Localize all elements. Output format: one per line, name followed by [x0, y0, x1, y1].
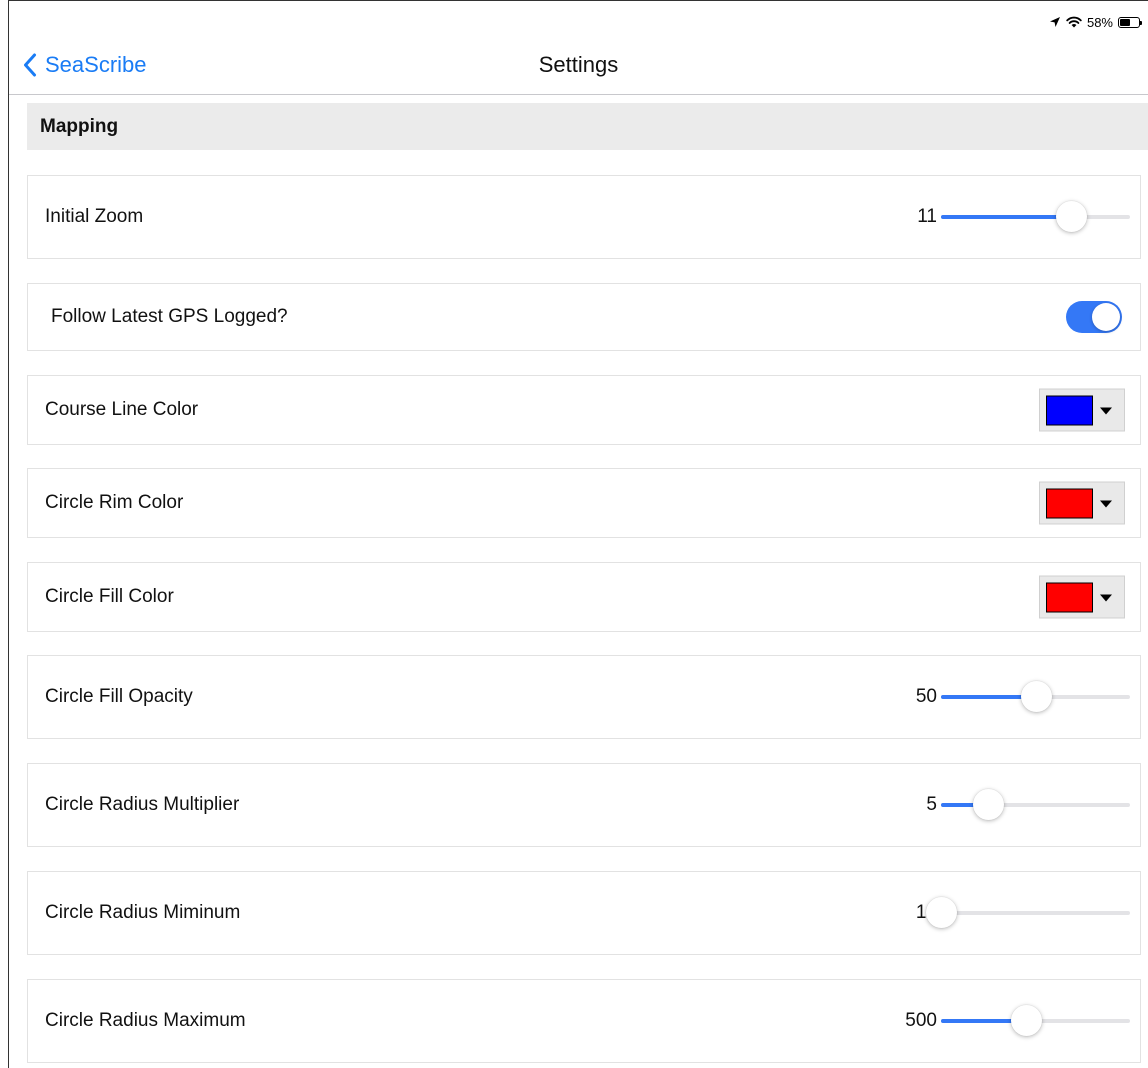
circle-fill-color-picker[interactable]: [1039, 575, 1125, 619]
caret-down-icon: [1100, 407, 1112, 415]
setting-row-circle-fill-color: Circle Fill Color: [27, 562, 1141, 632]
setting-label: Initial Zoom: [45, 206, 144, 227]
setting-label: Circle Fill Color: [45, 586, 174, 607]
setting-label: Circle Radius Maximum: [45, 1010, 246, 1031]
slider-value: 5: [926, 794, 937, 815]
slider-value: 50: [915, 686, 937, 707]
battery-icon: [1118, 16, 1142, 28]
location-arrow-icon: [1049, 17, 1060, 27]
status-bar: 58%: [1049, 13, 1142, 31]
battery-level: [1120, 18, 1131, 26]
wifi-icon: [1066, 16, 1082, 28]
section-header-mapping: Mapping: [27, 103, 1148, 150]
slider-thumb[interactable]: [1011, 1005, 1043, 1036]
setting-label: Circle Radius Miminum: [45, 902, 241, 923]
circle-radius-maximum-slider[interactable]: [941, 1005, 1130, 1036]
slider-value: 11: [917, 206, 937, 227]
course-line-color-picker[interactable]: [1039, 388, 1125, 432]
circle-rim-color-picker[interactable]: [1039, 481, 1125, 525]
setting-row-circle-radius-maximum: Circle Radius Maximum 500: [27, 979, 1141, 1063]
setting-row-initial-zoom: Initial Zoom 11: [27, 175, 1141, 259]
circle-radius-multiplier-slider[interactable]: [941, 789, 1130, 820]
circle-radius-minimum-slider[interactable]: [926, 897, 1130, 928]
setting-row-circle-rim-color: Circle Rim Color: [27, 468, 1141, 538]
follow-gps-toggle[interactable]: [1066, 301, 1122, 333]
slider-value: 500: [905, 1010, 937, 1031]
slider-fill: [941, 215, 1072, 219]
setting-label: Circle Fill Opacity: [45, 686, 193, 707]
color-swatch: [1046, 395, 1093, 426]
initial-zoom-slider[interactable]: [941, 201, 1130, 232]
setting-label: Follow Latest GPS Logged?: [51, 306, 288, 327]
color-swatch: [1046, 488, 1093, 519]
setting-label: Course Line Color: [45, 399, 199, 420]
battery-percent: 58%: [1086, 14, 1113, 30]
setting-row-course-line-color: Course Line Color: [27, 375, 1141, 445]
color-swatch: [1046, 582, 1093, 613]
setting-row-circle-radius-multiplier: Circle Radius Multiplier 5: [27, 763, 1141, 847]
slider-thumb[interactable]: [973, 789, 1005, 820]
slider-thumb[interactable]: [1056, 201, 1088, 232]
setting-label: Circle Radius Multiplier: [45, 794, 240, 815]
setting-label: Circle Rim Color: [45, 492, 184, 513]
setting-row-circle-fill-opacity: Circle Fill Opacity 50: [27, 655, 1141, 739]
section-title: Mapping: [40, 115, 119, 137]
toggle-knob: [1092, 303, 1120, 331]
page-title: Settings: [538, 52, 619, 77]
slider-thumb[interactable]: [926, 897, 957, 928]
setting-row-follow-gps: Follow Latest GPS Logged?: [27, 283, 1141, 351]
setting-row-circle-radius-minimum: Circle Radius Miminum 10: [27, 871, 1141, 955]
app-frame: 58% SeaScribe Settings Mapping Initial Z…: [8, 0, 1148, 1068]
circle-fill-opacity-slider[interactable]: [941, 681, 1130, 712]
caret-down-icon: [1100, 594, 1112, 602]
caret-down-icon: [1100, 500, 1112, 508]
navigation-bar: SeaScribe Settings: [9, 39, 1148, 95]
slider-thumb[interactable]: [1020, 681, 1052, 712]
